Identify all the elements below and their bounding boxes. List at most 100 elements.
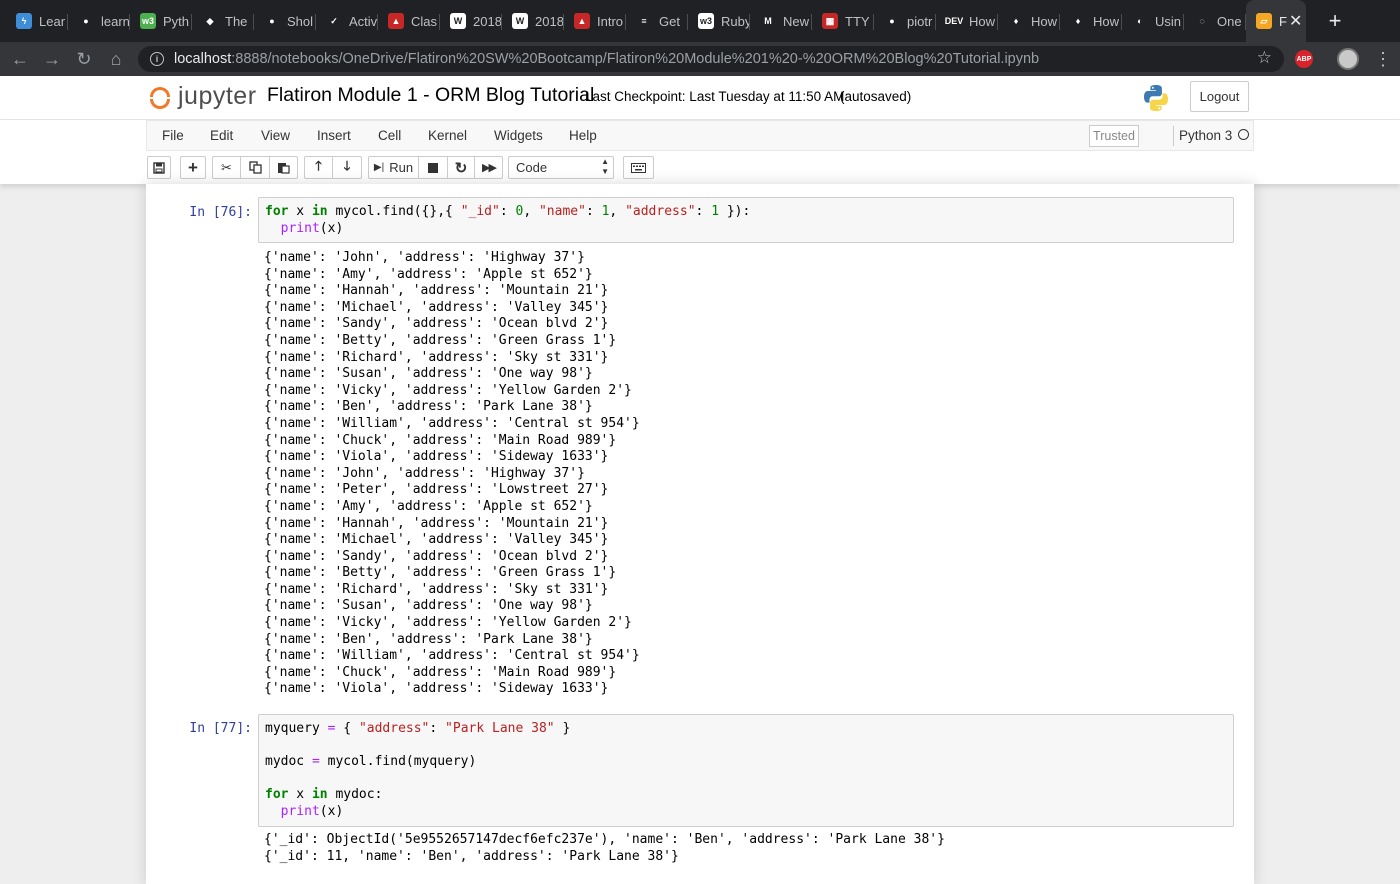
kernel-name[interactable]: Python 3 — [1179, 128, 1232, 143]
jupyter-wordmark: jupyter — [178, 82, 257, 110]
output-line: {'name': 'Chuck', 'address': 'Main Road … — [264, 432, 617, 448]
output-line: {'name': 'Richard', 'address': 'Sky st 3… — [264, 581, 609, 597]
insert-cell-button[interactable]: + — [180, 156, 206, 179]
jupyter-mark-icon — [148, 83, 172, 111]
menu-help[interactable]: Help — [569, 128, 597, 143]
output-line: {'name': 'Richard', 'address': 'Sky st 3… — [264, 349, 609, 365]
browser-tab[interactable]: ≡ Get — [626, 0, 688, 42]
browser-tab[interactable]: DEV How — [936, 0, 998, 42]
python-logo-icon — [1144, 85, 1168, 111]
new-tab-button[interactable]: + — [1320, 8, 1350, 34]
browser-tab[interactable]: w3 Ruby — [688, 0, 750, 42]
tab-favicon-icon: ◐ — [1132, 13, 1148, 29]
browser-tab[interactable]: w3 Pyth — [130, 0, 192, 42]
restart-button[interactable]: ↻ — [447, 156, 475, 179]
browser-menu-icon[interactable]: ⋮ — [1374, 46, 1392, 72]
browser-tab[interactable]: ◌ One — [1184, 0, 1246, 42]
menu-widgets[interactable]: Widgets — [494, 128, 543, 143]
code-input-cell[interactable]: myquery = { "address": "Park Lane 38" } … — [258, 714, 1234, 827]
back-arrow-icon[interactable]: ← — [4, 43, 36, 75]
browser-tab[interactable]: ✓ Activ — [316, 0, 378, 42]
menu-cell[interactable]: Cell — [378, 128, 401, 143]
tab-label: piotr — [907, 13, 933, 29]
site-info-icon[interactable]: i — [150, 52, 164, 66]
menu-insert[interactable]: Insert — [317, 128, 351, 143]
output-line: {'name': 'William', 'address': 'Central … — [264, 648, 640, 664]
floppy-disk-icon — [153, 161, 165, 174]
browser-tab[interactable]: ● Shol — [254, 0, 316, 42]
browser-tab[interactable]: ◐ Usin — [1122, 0, 1184, 42]
forward-arrow-icon[interactable]: → — [36, 43, 68, 75]
run-button[interactable]: ▶| Run — [368, 156, 419, 179]
output-line: {'name': 'Michael', 'address': 'Valley 3… — [264, 532, 609, 548]
tab-label: Ruby — [721, 13, 750, 29]
notebook-favicon-icon: ▱ — [1256, 13, 1272, 29]
menu-edit[interactable]: Edit — [210, 128, 233, 143]
browser-toolbar: ← → ↻ ⌂ i localhost:8888/notebooks/OneDr… — [0, 42, 1400, 76]
tab-favicon-icon: w3 — [698, 13, 714, 29]
code-line: mydoc = mycol.find(myquery) — [265, 754, 477, 770]
move-up-button[interactable]: 🡑 — [304, 156, 333, 179]
code-editor[interactable]: myquery = { "address": "Park Lane 38" } … — [259, 715, 1233, 827]
interrupt-button[interactable] — [418, 156, 448, 179]
command-palette-button[interactable] — [623, 156, 654, 179]
browser-tab[interactable]: W 2018 — [502, 0, 564, 42]
browser-tab[interactable]: ▲ Intro — [564, 0, 626, 42]
cell-prompt: In [76]: — [189, 205, 252, 220]
browser-tab[interactable]: ● piotr — [874, 0, 936, 42]
notebook-title[interactable]: Flatiron Module 1 - ORM Blog Tutorial — [267, 84, 594, 107]
adblock-extension-icon[interactable]: ABP — [1295, 50, 1313, 68]
cell-type-select[interactable]: Code ▲ ▼ — [508, 156, 614, 179]
browser-tab[interactable]: ◆ The — [192, 0, 254, 42]
code-line: print(x) — [280, 220, 344, 236]
active-tab-label: F — [1279, 13, 1287, 29]
cut-button[interactable]: ✂ — [212, 156, 241, 179]
browser-tab[interactable]: ▦ TTY — [812, 0, 874, 42]
close-tab-icon[interactable]: ✕ — [1289, 11, 1302, 31]
cell-output: {'_id': ObjectId('5e9552657147decf6efc23… — [258, 832, 945, 865]
home-icon[interactable]: ⌂ — [100, 43, 132, 75]
browser-tab[interactable]: ϟ Lear — [6, 0, 68, 42]
code-input-cell[interactable]: for x in mycol.find({},{ "_id": 0, "name… — [258, 197, 1234, 243]
browser-tab[interactable]: ● learn — [68, 0, 130, 42]
menu-kernel[interactable]: Kernel — [428, 128, 467, 143]
address-bar[interactable]: i localhost:8888/notebooks/OneDrive/Flat… — [138, 46, 1284, 72]
copy-button[interactable] — [240, 156, 270, 179]
logout-button[interactable]: Logout — [1190, 81, 1249, 112]
profile-avatar[interactable] — [1337, 48, 1359, 70]
tab-favicon-icon: ♦ — [1008, 13, 1024, 29]
browser-tab[interactable]: ♦ How — [1060, 0, 1122, 42]
trusted-indicator[interactable]: Trusted — [1089, 125, 1139, 147]
menu-file[interactable]: File — [162, 128, 184, 143]
output-line: {'name': 'Ben', 'address': 'Park Lane 38… — [264, 399, 593, 415]
tab-label: Usin — [1155, 13, 1182, 29]
browser-tab[interactable]: ♦ How — [998, 0, 1060, 42]
bookmark-star-icon[interactable]: ☆ — [1257, 48, 1272, 68]
output-line: {'name': 'John', 'address': 'Highway 37'… — [264, 250, 585, 265]
browser-tab[interactable]: M New — [750, 0, 812, 42]
kernel-status-icon — [1238, 129, 1249, 140]
tab-label: The — [225, 13, 248, 29]
tab-label: 2018 — [473, 13, 502, 29]
reload-icon[interactable]: ↻ — [68, 43, 100, 75]
browser-tab[interactable]: ▲ Clas — [378, 0, 440, 42]
menubar: File Edit View Insert Cell Kernel Widget… — [146, 120, 1254, 151]
tab-list: ϟ Lear ● learn w3 Pyth ◆ The ● Shol ✓ Activ ▲ Clas W 20… — [6, 0, 1246, 42]
tab-favicon-icon: W — [512, 13, 528, 29]
save-button[interactable] — [147, 156, 171, 179]
output-line: {'name': 'Chuck', 'address': 'Main Road … — [264, 664, 617, 680]
tab-favicon-icon: w3 — [140, 13, 156, 29]
step-forward-icon: ▶| — [373, 162, 385, 173]
move-down-button[interactable]: 🡓 — [332, 156, 362, 179]
browser-tab[interactable]: W 2018 — [440, 0, 502, 42]
menu-view[interactable]: View — [261, 128, 290, 143]
jupyter-logo[interactable]: jupyter — [148, 82, 257, 111]
tab-label: Clas — [411, 13, 438, 29]
code-editor[interactable]: for x in mycol.find({},{ "_id": 0, "name… — [259, 198, 1233, 243]
restart-run-all-button[interactable]: ▶▶ — [474, 156, 503, 179]
tab-favicon-icon: M — [760, 13, 776, 29]
scissors-icon: ✂ — [221, 159, 232, 175]
active-tab[interactable]: ▱ F ✕ — [1246, 0, 1306, 42]
output-line: {'name': 'Betty', 'address': 'Green Gras… — [264, 565, 617, 581]
paste-button[interactable] — [269, 156, 298, 179]
